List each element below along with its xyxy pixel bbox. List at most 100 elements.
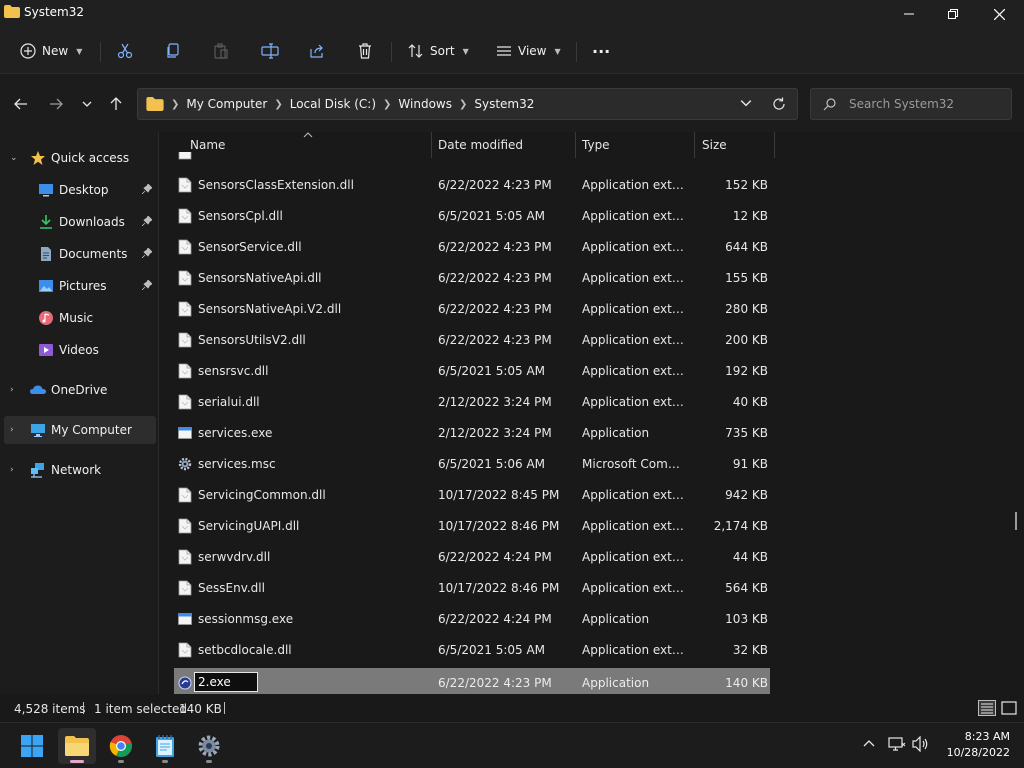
sidebar-label: Videos <box>59 343 99 357</box>
start-button[interactable] <box>13 728 51 764</box>
taskbar-settings[interactable] <box>190 728 228 764</box>
scrollbar-thumb[interactable] <box>1015 512 1017 530</box>
copy-button[interactable] <box>165 38 181 64</box>
msc-gear-icon <box>178 457 192 471</box>
chevron-right-icon[interactable]: › <box>10 425 14 435</box>
table-row[interactable]: SensorsCpl.dll 6/5/2021 5:05 AM Applicatio… <box>174 201 770 231</box>
paste-button[interactable] <box>213 38 229 64</box>
delete-button[interactable] <box>357 38 373 64</box>
table-row[interactable]: sensrsvc.dll 6/5/2021 5:05 AM Application … <box>174 356 770 386</box>
view-button[interactable]: View ▼ <box>496 38 561 64</box>
refresh-button[interactable] <box>772 97 786 114</box>
rename-input[interactable] <box>194 672 258 692</box>
table-row-renaming[interactable]: 6/22/2022 4:23 PM Application 140 KB <box>174 668 770 694</box>
column-header-label: Type <box>582 138 610 152</box>
file-date: 10/17/2022 8:46 PM <box>438 581 560 595</box>
close-button[interactable] <box>976 0 1022 28</box>
large-icons-view-icon[interactable] <box>1000 700 1018 716</box>
forward-button[interactable] <box>44 94 68 114</box>
file-date: 10/17/2022 8:45 PM <box>438 488 560 502</box>
sort-button[interactable]: Sort ▼ <box>408 38 469 64</box>
taskbar-notepad[interactable] <box>146 728 184 764</box>
sidebar-item-documents[interactable]: Documents <box>4 240 156 268</box>
table-row[interactable]: ServicingCommon.dll 10/17/2022 8:45 PM App… <box>174 480 770 510</box>
minimize-button[interactable] <box>886 0 932 28</box>
breadcrumb-my-computer[interactable]: My Computer <box>186 97 267 111</box>
chevron-down-icon <box>82 101 92 107</box>
clock[interactable]: 8:23 AM 10/28/2022 <box>940 729 1010 761</box>
breadcrumb-local-disk[interactable]: Local Disk (C:) <box>290 97 376 111</box>
sidebar-item-my-computer[interactable]: › My Computer <box>4 416 156 444</box>
table-row[interactable]: SessEnv.dll 10/17/2022 8:46 PM Application… <box>174 573 770 603</box>
chevron-right-icon[interactable]: › <box>10 385 14 395</box>
file-name: SensorsUtilsV2.dll <box>198 333 306 347</box>
table-row[interactable]: SensorsNativeApi.dll 6/22/2022 4:23 PM App… <box>174 263 770 293</box>
chevron-right-icon[interactable]: › <box>10 465 14 475</box>
column-resize-handle[interactable] <box>774 132 775 158</box>
table-row[interactable]: serwvdrv.dll 6/22/2022 4:24 PM Application… <box>174 542 770 572</box>
sidebar-item-downloads[interactable]: Downloads <box>4 208 156 236</box>
table-row[interactable]: ServicingUAPI.dll 10/17/2022 8:46 PM Appli… <box>174 511 770 541</box>
up-button[interactable] <box>104 94 128 114</box>
breadcrumb-windows[interactable]: Windows <box>398 97 452 111</box>
table-row[interactable]: sessionmsg.exe 6/22/2022 4:24 PM Applicati… <box>174 604 770 634</box>
table-row-partial[interactable] <box>174 152 770 164</box>
table-row[interactable]: SensorsNativeApi.V2.dll 6/22/2022 4:23 PM… <box>174 294 770 324</box>
address-history-button[interactable] <box>740 97 752 112</box>
more-options-button[interactable]: ... <box>592 34 610 60</box>
new-button[interactable]: New ▼ <box>20 38 82 64</box>
taskbar-file-explorer[interactable] <box>58 728 96 764</box>
breadcrumb-system32[interactable]: System32 <box>474 97 534 111</box>
table-row[interactable]: SensorService.dll 6/22/2022 4:23 PM Applic… <box>174 232 770 262</box>
view-icon <box>497 46 511 56</box>
videos-icon <box>39 344 53 356</box>
file-name: services.msc <box>198 457 276 471</box>
table-row[interactable]: SensorsUtilsV2.dll 6/22/2022 4:23 PM Appli… <box>174 325 770 355</box>
file-type: Microsoft Common Console Document <box>582 457 690 471</box>
arrow-up-icon <box>110 97 122 110</box>
more-options-label: ... <box>592 37 611 57</box>
table-row[interactable]: services.msc 6/5/2021 5:06 AM Microsoft Co… <box>174 449 770 479</box>
taskbar-chrome[interactable] <box>102 728 140 764</box>
details-view-icon[interactable] <box>978 700 996 716</box>
volume-icon[interactable] <box>912 736 930 752</box>
sidebar-item-desktop[interactable]: Desktop <box>4 176 156 204</box>
cut-button[interactable] <box>117 38 133 64</box>
sidebar-label: OneDrive <box>51 383 108 397</box>
sidebar-item-music[interactable]: Music <box>4 304 156 332</box>
windows-start-icon <box>21 735 43 757</box>
pane-divider[interactable] <box>158 132 159 694</box>
toolbar-separator <box>576 42 577 62</box>
back-button[interactable] <box>9 94 33 114</box>
share-button[interactable] <box>309 38 325 64</box>
sidebar-item-quick-access[interactable]: ⌄ Quick access <box>4 144 156 172</box>
computer-icon <box>31 424 45 437</box>
status-divider <box>83 702 84 714</box>
sidebar-item-network[interactable]: › Network <box>4 456 156 484</box>
chevron-up-icon[interactable] <box>862 737 876 751</box>
table-row[interactable]: serialui.dll 2/12/2022 3:24 PM Application… <box>174 387 770 417</box>
file-size: 192 KB <box>725 364 768 378</box>
rename-button[interactable] <box>261 38 279 64</box>
file-list: Name Date modified Type Size SensorsClas… <box>174 132 794 694</box>
recent-locations-button[interactable] <box>75 94 99 114</box>
table-row[interactable]: SensorsClassExtension.dll 6/22/2022 4:23 … <box>174 170 770 200</box>
search-input[interactable] <box>849 95 1005 113</box>
address-bar[interactable]: ❯ My Computer ❯ Local Disk (C:) ❯ Window… <box>137 88 798 120</box>
view-label: View <box>518 44 547 58</box>
network-monitor-icon[interactable] <box>888 736 906 752</box>
table-row[interactable]: setbcdlocale.dll 6/5/2021 5:05 AM Applicat… <box>174 635 770 665</box>
file-name: ServicingCommon.dll <box>198 488 326 502</box>
file-date: 6/22/2022 4:24 PM <box>438 612 552 626</box>
chevron-down-icon[interactable]: ⌄ <box>10 153 18 163</box>
sidebar-item-onedrive[interactable]: › OneDrive <box>4 376 156 404</box>
new-label: New <box>42 44 69 58</box>
search-box[interactable] <box>810 88 1012 120</box>
desktop-icon <box>39 184 53 197</box>
table-row[interactable]: services.exe 2/12/2022 3:24 PM Application… <box>174 418 770 448</box>
file-name: SensorService.dll <box>198 240 302 254</box>
restore-button[interactable] <box>930 0 976 28</box>
sidebar-item-videos[interactable]: Videos <box>4 336 156 364</box>
sidebar-item-pictures[interactable]: Pictures <box>4 272 156 300</box>
paste-icon <box>214 43 228 59</box>
